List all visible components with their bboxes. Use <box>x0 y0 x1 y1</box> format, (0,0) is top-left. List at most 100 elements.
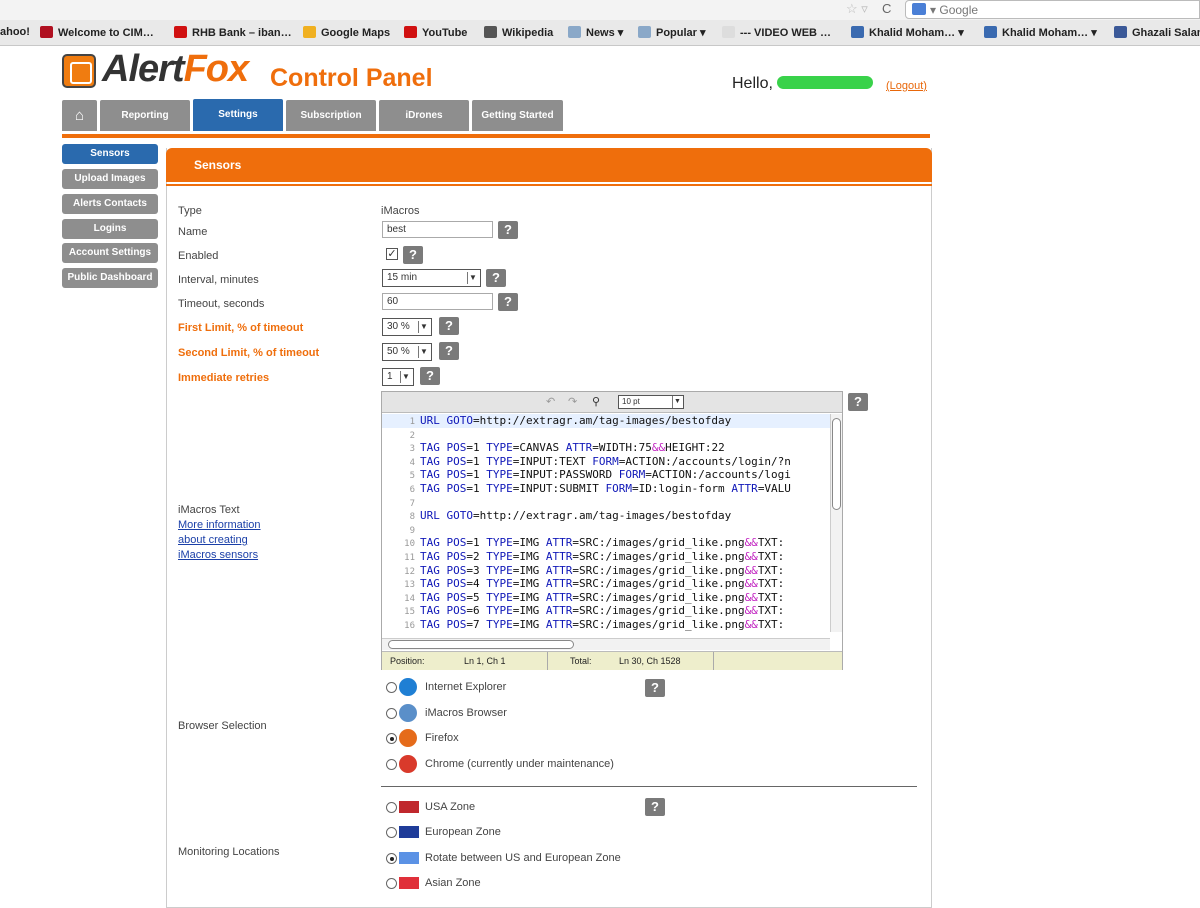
code-text: TAG POS=7 TYPE=IMG ATTR=SRC:/images/grid… <box>420 618 785 631</box>
sidebar-item-alerts-contacts[interactable]: Alerts Contacts <box>62 194 158 214</box>
firefox-icon <box>399 729 417 747</box>
retries-select[interactable]: 1 ▼ <box>382 368 414 386</box>
undo-icon[interactable]: ↶ <box>546 395 555 408</box>
first-limit-select[interactable]: 30 % ▼ <box>382 318 432 336</box>
bookmark-icon <box>1114 26 1127 38</box>
more-info-link-line3[interactable]: iMacros sensors <box>178 549 258 561</box>
zone-option-label[interactable]: Asian Zone <box>425 877 481 889</box>
browser-radio[interactable] <box>386 708 397 719</box>
bookmark-icon <box>174 26 187 38</box>
sidebar-item-sensors[interactable]: Sensors <box>62 144 158 164</box>
bookmark-icon <box>722 26 735 38</box>
timeout-help-button[interactable]: ? <box>498 293 518 311</box>
code-text: TAG POS=1 TYPE=IMG ATTR=SRC:/images/grid… <box>420 536 785 550</box>
zone-radio[interactable] <box>386 853 397 864</box>
search-input[interactable]: ▾ Google <box>905 0 1200 19</box>
tab-settings[interactable]: Settings <box>193 99 283 131</box>
tab-getting-started[interactable]: Getting Started <box>472 100 563 131</box>
code-line: 1 URL GOTO=http://extragr.am/tag-images/b… <box>382 414 830 428</box>
name-help-button[interactable]: ? <box>498 221 518 239</box>
browser-radio[interactable] <box>386 733 397 744</box>
bookmark-icon <box>484 26 497 38</box>
bookmark-item[interactable]: Khalid Moham… ▾ <box>984 26 1097 39</box>
browser-radio[interactable] <box>386 759 397 770</box>
scroll-thumb[interactable] <box>832 418 841 510</box>
bookmark-item[interactable]: Khalid Moham… ▾ <box>851 26 964 39</box>
bookmark-item[interactable]: Popular ▾ <box>638 26 706 39</box>
second-limit-help-button[interactable]: ? <box>439 342 459 360</box>
code-line: 9 <box>409 525 415 536</box>
code-line: 14 TAG POS=5 TYPE=IMG ATTR=SRC:/images/gr… <box>404 590 785 604</box>
code-line: 5 TAG POS=1 TYPE=INPUT:PASSWORD FORM=ACTI… <box>409 468 791 482</box>
tab-idrones[interactable]: iDrones <box>379 100 469 131</box>
bookmark-item[interactable]: --- VIDEO WEB … <box>722 26 831 39</box>
logo-alert-text: Alert <box>102 48 185 90</box>
bookmark-item[interactable]: YouTube <box>404 26 467 39</box>
second-limit-select[interactable]: 50 % ▼ <box>382 343 432 361</box>
browser-selection-label: Browser Selection <box>178 720 267 732</box>
timeout-input[interactable]: 60 <box>382 293 493 310</box>
redo-icon[interactable]: ↷ <box>568 395 577 408</box>
font-size-select[interactable]: 10 pt ▼ <box>618 395 684 409</box>
bookmark-item[interactable]: Google Maps <box>303 26 390 39</box>
scroll-thumb[interactable] <box>388 640 574 649</box>
tab-subscription[interactable]: Subscription <box>286 100 376 131</box>
browser-option-label[interactable]: iMacros Browser <box>425 707 507 719</box>
code-area[interactable]: 1 URL GOTO=http://extragr.am/tag-images/b… <box>382 414 830 632</box>
bookmark-item[interactable]: ahoo! <box>0 26 30 38</box>
browser-help-button[interactable]: ? <box>645 679 665 697</box>
browser-radio[interactable] <box>386 682 397 693</box>
chevron-down-icon: ▼ <box>400 371 411 383</box>
sidebar-item-account-settings[interactable]: Account Settings <box>62 243 158 263</box>
sidebar-item-logins[interactable]: Logins <box>62 219 158 239</box>
code-editor[interactable]: ↶ ↷ ⚲ 10 pt ▼ 1 URL GOTO=http://extragr.am… <box>381 391 843 670</box>
tab-reporting[interactable]: Reporting <box>100 100 190 131</box>
bookmark-item[interactable]: Ghazali Salan <box>1114 26 1200 39</box>
bookmark-item[interactable]: RHB Bank – iban… <box>174 26 292 39</box>
code-line: 12 TAG POS=3 TYPE=IMG ATTR=SRC:/images/gr… <box>404 563 785 577</box>
chevron-down-icon: ▼ <box>418 321 429 333</box>
first-limit-help-button[interactable]: ? <box>439 317 459 335</box>
code-line: 10 TAG POS=1 TYPE=IMG ATTR=SRC:/images/gr… <box>404 536 785 550</box>
vertical-scrollbar[interactable] <box>830 414 842 632</box>
imacros-text-label: iMacros Text <box>178 504 240 516</box>
bookmark-star-icon[interactable]: ☆ ▿ <box>846 1 868 17</box>
name-input[interactable]: best <box>382 221 493 238</box>
username-redacted <box>776 76 873 89</box>
home-tab[interactable]: ⌂ <box>62 100 97 131</box>
browser-option-label[interactable]: Firefox <box>425 732 459 744</box>
sidebar-item-public-dashboard[interactable]: Public Dashboard <box>62 268 158 288</box>
bookmark-item[interactable]: News ▾ <box>568 26 623 39</box>
horizontal-scrollbar[interactable] <box>382 638 830 650</box>
sidebar-item-upload-images[interactable]: Upload Images <box>62 169 158 189</box>
enabled-checkbox[interactable]: ✓ <box>386 248 398 260</box>
find-icon[interactable]: ⚲ <box>592 395 600 408</box>
bookmark-item[interactable]: Wikipedia <box>484 26 553 39</box>
un-flag-icon <box>399 852 419 864</box>
zone-radio[interactable] <box>386 827 397 838</box>
zone-option-label[interactable]: USA Zone <box>425 801 475 813</box>
logout-link[interactable]: (Logout) <box>886 80 927 92</box>
more-info-link[interactable]: More information <box>178 519 261 531</box>
retries-help-button[interactable]: ? <box>420 367 440 385</box>
editor-help-button[interactable]: ? <box>848 393 868 411</box>
code-line: 6 TAG POS=1 TYPE=INPUT:SUBMIT FORM=ID:log… <box>409 482 791 495</box>
enabled-help-button[interactable]: ? <box>403 246 423 264</box>
more-info-link-line2[interactable]: about creating <box>178 534 248 546</box>
position-label: Position: <box>390 656 425 666</box>
zone-option-label[interactable]: European Zone <box>425 826 501 838</box>
zone-option-label[interactable]: Rotate between US and European Zone <box>425 852 621 864</box>
zone-radio[interactable] <box>386 802 397 813</box>
zone-help-button[interactable]: ? <box>645 798 665 816</box>
bookmark-item[interactable]: Welcome to CIM… <box>40 26 154 39</box>
logo-fox-text: Fox <box>183 48 250 90</box>
zone-radio[interactable] <box>386 878 397 889</box>
monitoring-locations-label: Monitoring Locations <box>178 846 280 858</box>
interval-help-button[interactable]: ? <box>486 269 506 287</box>
panel-title: Sensors <box>166 148 932 186</box>
browser-option-label[interactable]: Internet Explorer <box>425 681 506 693</box>
browser-option-label[interactable]: Chrome (currently under maintenance) <box>425 758 614 770</box>
code-text: TAG POS=1 TYPE=CANVAS ATTR=WIDTH:75&&HEI… <box>420 441 725 455</box>
reload-icon[interactable]: C <box>882 1 891 16</box>
interval-select[interactable]: 15 min ▼ <box>382 269 481 287</box>
